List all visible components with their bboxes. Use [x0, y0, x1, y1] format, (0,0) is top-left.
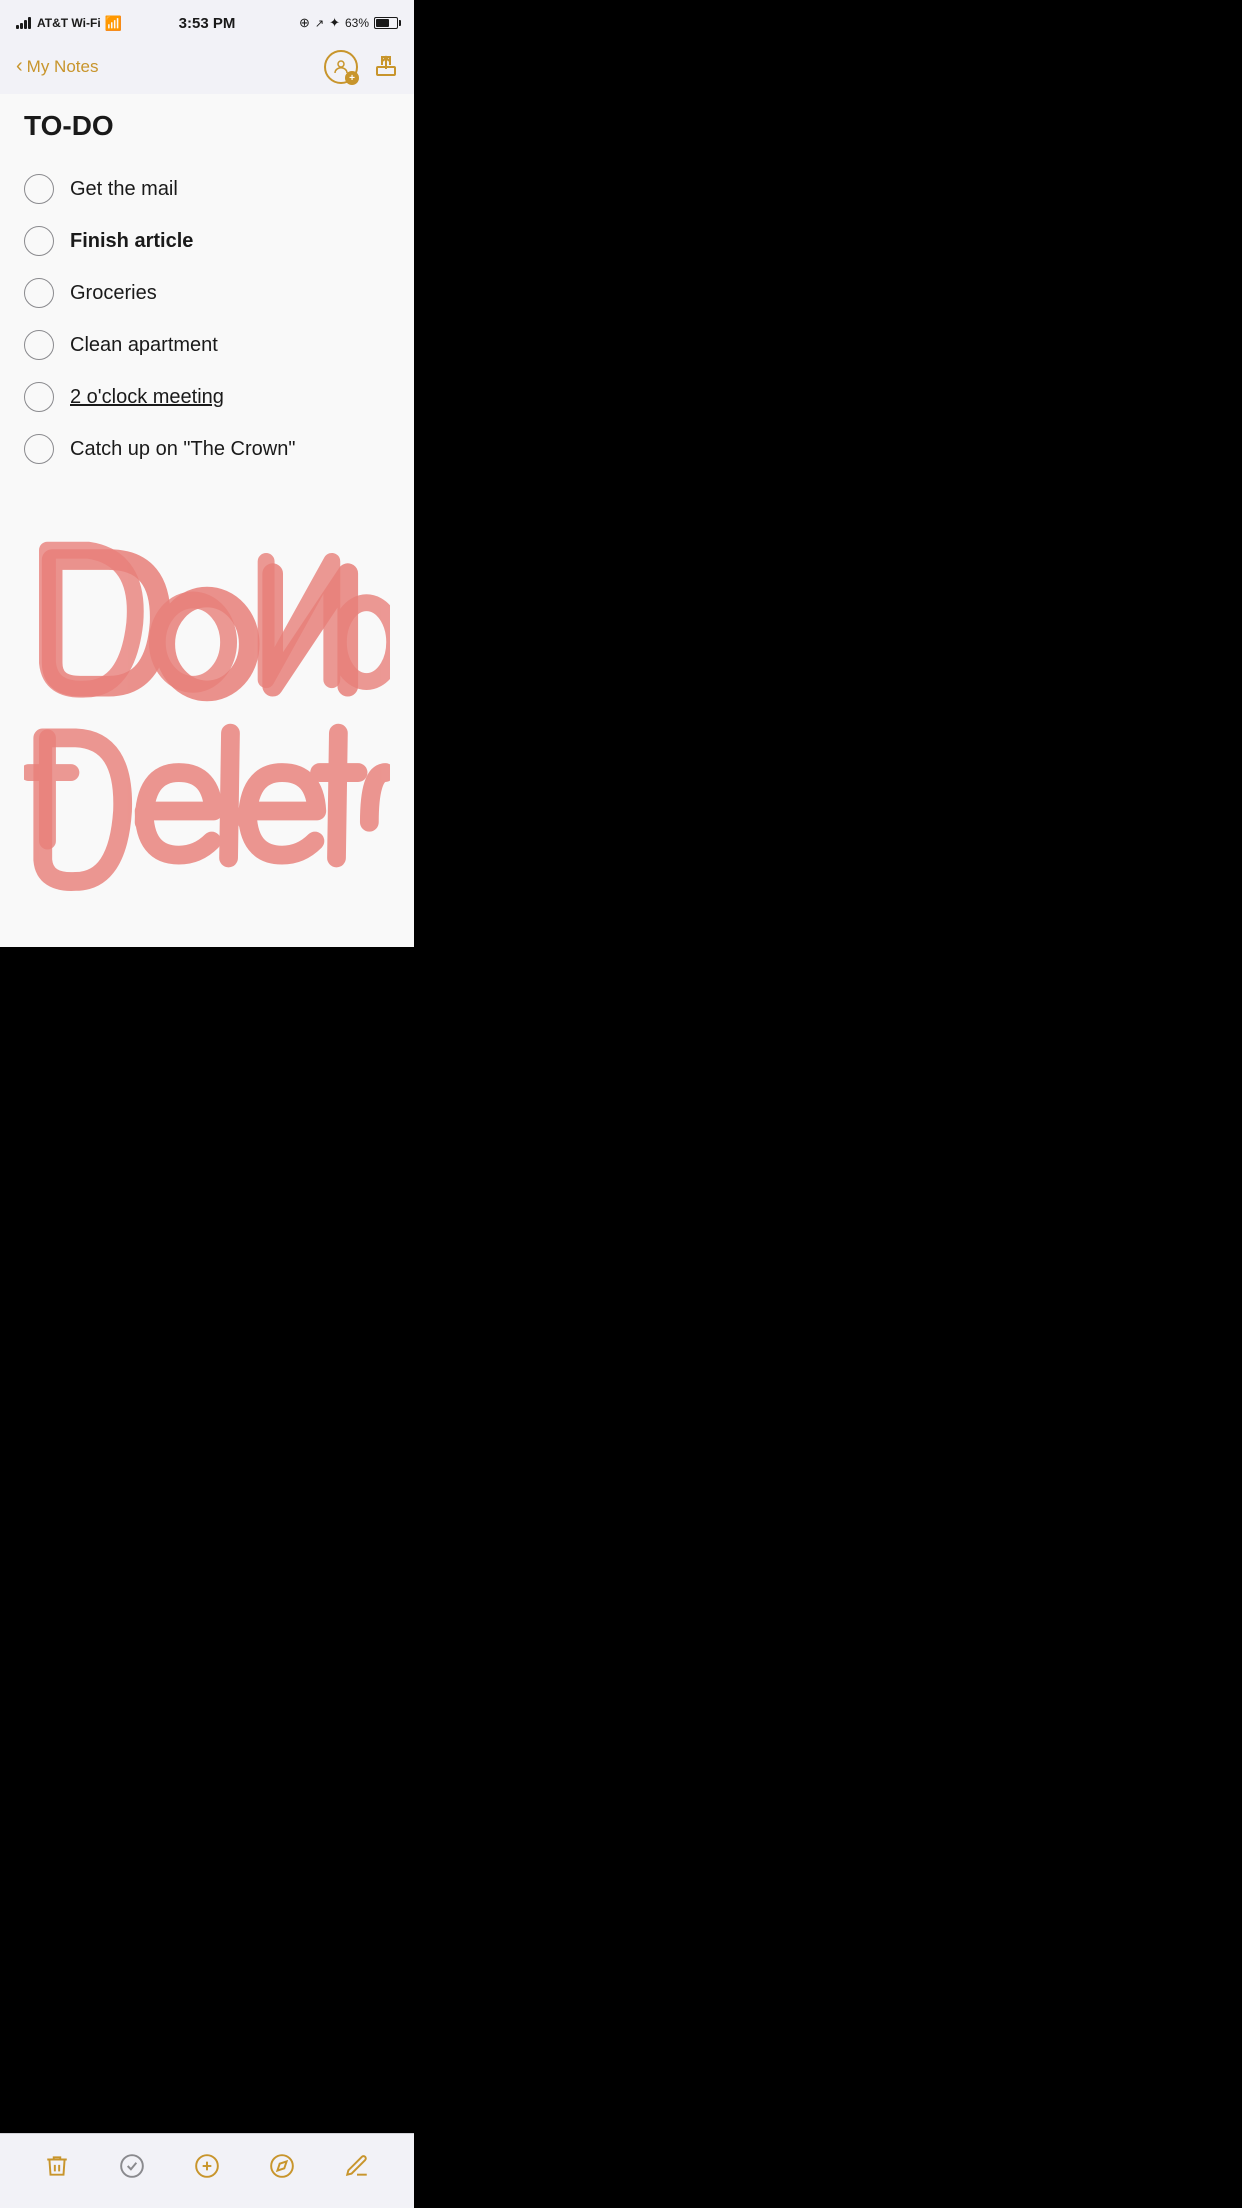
- check-circle-icon: [119, 2153, 145, 2179]
- todo-item: Clean apartment: [24, 322, 390, 368]
- todo-text-4: Clean apartment: [70, 334, 218, 357]
- chevron-left-icon: ‹: [16, 55, 23, 78]
- battery-icon: [374, 17, 398, 29]
- todo-text-2: Finish article: [70, 230, 193, 253]
- share-button[interactable]: [374, 53, 398, 82]
- todo-checkbox-5[interactable]: [24, 382, 54, 412]
- back-label: My Notes: [27, 57, 99, 77]
- compass-icon: [269, 2153, 295, 2179]
- todo-checkbox-2[interactable]: [24, 226, 54, 256]
- arrow-icon: ↗: [315, 17, 324, 30]
- todo-text-3: Groceries: [70, 282, 157, 305]
- todo-list: Get the mail Finish article Groceries Clean…: [24, 166, 390, 472]
- plus-badge: +: [345, 71, 359, 85]
- check-button[interactable]: [110, 2144, 154, 2188]
- todo-text-5: 2 o'clock meeting: [70, 386, 224, 409]
- signal-icon: [16, 17, 31, 29]
- todo-text-1: Get the mail: [70, 178, 178, 201]
- todo-checkbox-6[interactable]: [24, 434, 54, 464]
- bottom-toolbar: [0, 2133, 414, 2208]
- page-title: TO-DO: [24, 110, 390, 142]
- status-time: 3:53 PM: [179, 15, 236, 32]
- bluetooth-icon: ✦: [329, 15, 340, 31]
- todo-checkbox-4[interactable]: [24, 330, 54, 360]
- todo-item: 2 o'clock meeting: [24, 374, 390, 420]
- nav-bar: ‹ My Notes +: [0, 44, 414, 94]
- back-button[interactable]: ‹ My Notes: [16, 56, 98, 78]
- battery-percent: 63%: [345, 16, 369, 30]
- nav-right-buttons: +: [324, 50, 398, 84]
- todo-item: Catch up on "The Crown": [24, 426, 390, 472]
- battery-fill: [376, 19, 389, 27]
- carrier-label: AT&T Wi-Fi: [37, 16, 101, 30]
- todo-checkbox-3[interactable]: [24, 278, 54, 308]
- status-bar: AT&T Wi-Fi 📶 3:53 PM ⊕ ↗ ✦ 63%: [0, 0, 414, 44]
- pencil-square-icon: [344, 2153, 370, 2179]
- share-icon: [374, 53, 398, 77]
- add-button[interactable]: [185, 2144, 229, 2188]
- plus-circle-icon: [194, 2153, 220, 2179]
- wifi-icon: 📶: [105, 15, 122, 32]
- content-area: TO-DO Get the mail Finish article Grocerie…: [0, 94, 414, 947]
- trash-icon: [44, 2153, 70, 2179]
- todo-item: Finish article: [24, 218, 390, 264]
- delete-button[interactable]: [35, 2144, 79, 2188]
- compass-button[interactable]: [260, 2144, 304, 2188]
- todo-item: Groceries: [24, 270, 390, 316]
- status-left: AT&T Wi-Fi 📶: [16, 15, 122, 32]
- todo-text-6: Catch up on "The Crown": [70, 438, 295, 461]
- handwritten-area: [24, 512, 390, 931]
- todo-checkbox-1[interactable]: [24, 174, 54, 204]
- add-person-button[interactable]: +: [324, 50, 358, 84]
- todo-item: Get the mail: [24, 166, 390, 212]
- location-icon: ⊕: [299, 15, 310, 31]
- status-right: ⊕ ↗ ✦ 63%: [299, 15, 398, 31]
- handwritten-svg: [24, 522, 390, 916]
- edit-button[interactable]: [335, 2144, 379, 2188]
